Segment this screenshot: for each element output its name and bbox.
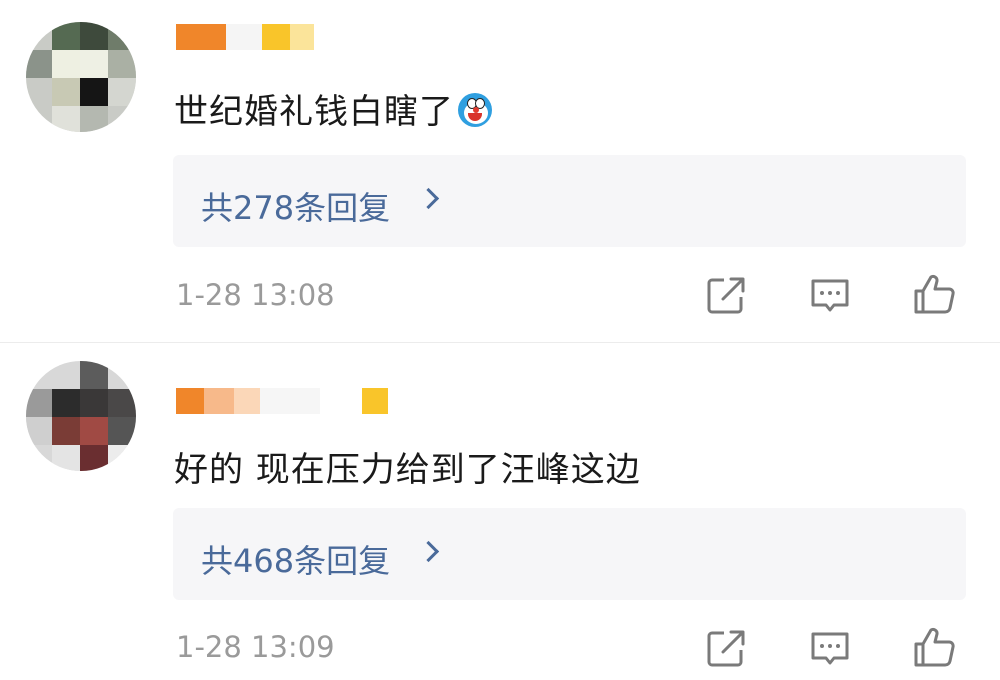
share-icon: [707, 277, 745, 314]
chevron-right-icon: [417, 540, 440, 563]
timestamp: 1-28 13:08: [176, 278, 335, 312]
comment-item: 好的 现在压力给到了汪峰这边 共468条回复 1-28 13:09: [0, 343, 1000, 680]
username-redacted[interactable]: [176, 24, 436, 52]
replies-count-label: 共468条回复: [201, 542, 391, 580]
doraemon-emoji-icon: [458, 93, 492, 127]
replies-link[interactable]: 共468条回复: [173, 508, 966, 600]
comment-button[interactable]: [806, 271, 854, 319]
comment-text: 世纪婚礼钱白瞎了: [174, 84, 492, 133]
thumbs-up-icon: [914, 627, 955, 667]
comment-button[interactable]: [806, 624, 854, 672]
avatar[interactable]: [26, 22, 136, 132]
replies-link[interactable]: 共278条回复: [173, 155, 966, 247]
timestamp: 1-28 13:09: [176, 630, 335, 664]
chevron-right-icon: [417, 187, 440, 210]
comment-icon: [811, 632, 849, 665]
comment-item: 世纪婚礼钱白瞎了 共278条回复 1-28 13:08: [0, 0, 1000, 342]
username-redacted[interactable]: [176, 388, 436, 416]
comment-icon: [811, 279, 849, 312]
avatar[interactable]: [26, 361, 136, 471]
thumbs-up-icon: [914, 274, 955, 314]
share-button[interactable]: [702, 624, 750, 672]
share-icon: [707, 630, 745, 667]
comment-feed: 世纪婚礼钱白瞎了 共278条回复 1-28 13:08 好的 现在压力给到了汪峰…: [0, 0, 1000, 680]
share-button[interactable]: [702, 271, 750, 319]
like-button[interactable]: [910, 271, 958, 319]
comment-text: 好的 现在压力给到了汪峰这边: [174, 450, 641, 490]
replies-count-label: 共278条回复: [201, 189, 391, 227]
like-button[interactable]: [910, 624, 958, 672]
